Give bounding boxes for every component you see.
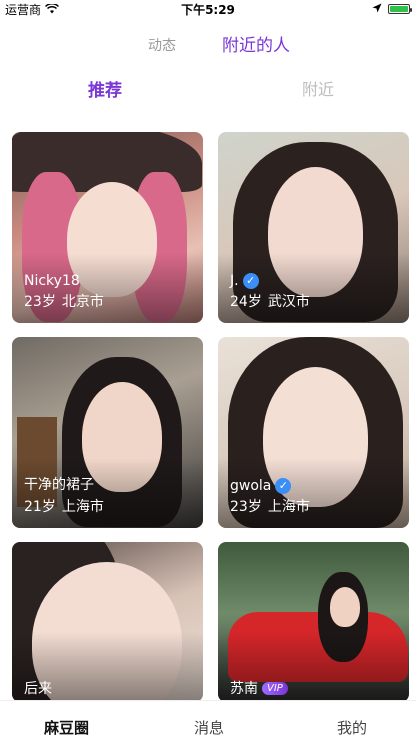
- user-card[interactable]: 苏南 VIP: [218, 542, 409, 702]
- user-meta: 23岁 上海市: [230, 496, 310, 516]
- user-name: J.: [230, 273, 239, 289]
- user-name-row: J. ✓: [230, 273, 259, 289]
- user-city: 上海市: [61, 499, 104, 515]
- location-arrow-icon: [372, 2, 382, 16]
- user-name: gwola: [230, 478, 272, 494]
- bottom-tab-me[interactable]: 我的: [337, 717, 367, 738]
- battery-fill: [390, 6, 408, 12]
- user-city: 武汉市: [267, 294, 310, 310]
- user-age: 23岁: [24, 294, 56, 310]
- user-age: 23岁: [230, 499, 262, 515]
- user-meta: 24岁 武汉市: [230, 291, 310, 311]
- user-name: Nicky18: [24, 273, 80, 289]
- user-card[interactable]: J. ✓ 24岁 武汉市: [218, 132, 409, 323]
- top-tabs: 动态 附近的人: [0, 26, 416, 62]
- subtab-nearby[interactable]: 附近: [302, 76, 334, 100]
- tab-nearby-people[interactable]: 附近的人: [222, 31, 290, 56]
- bottom-tab-madou-circle[interactable]: 麻豆圈: [44, 717, 89, 738]
- tab-moments[interactable]: 动态: [148, 35, 176, 55]
- user-city: 北京市: [61, 294, 104, 310]
- user-name: 后来: [24, 681, 52, 697]
- verified-check-icon: ✓: [242, 273, 259, 289]
- user-name-row: Nicky18: [24, 273, 80, 289]
- user-age: 24岁: [230, 294, 262, 310]
- status-bar: 运营商 下午5:29: [0, 0, 416, 18]
- bottom-tab-bar: 麻豆圈 消息 我的: [0, 700, 416, 748]
- user-name: 干净的裙子: [24, 477, 94, 493]
- user-card[interactable]: 干净的裙子 21岁 上海市: [12, 337, 203, 528]
- user-city: 上海市: [267, 499, 310, 515]
- user-name-row: gwola ✓: [230, 478, 292, 494]
- user-card[interactable]: gwola ✓ 23岁 上海市: [218, 337, 409, 528]
- user-meta: 23岁 北京市: [24, 291, 104, 311]
- user-name: 苏南: [230, 681, 258, 697]
- subtab-recommend[interactable]: 推荐: [88, 76, 122, 101]
- vip-badge: VIP: [262, 681, 288, 695]
- status-right: [372, 2, 412, 16]
- user-name-row: 后来: [24, 678, 52, 698]
- bottom-tab-messages[interactable]: 消息: [194, 717, 224, 738]
- user-card[interactable]: Nicky18 23岁 北京市: [12, 132, 203, 323]
- status-time: 下午5:29: [181, 3, 235, 17]
- battery-icon: [388, 4, 412, 14]
- user-meta: 21岁 上海市: [24, 496, 104, 516]
- user-age: 21岁: [24, 499, 56, 515]
- user-name-row: 苏南 VIP: [230, 678, 288, 698]
- user-name-row: 干净的裙子: [24, 474, 94, 494]
- verified-check-icon: ✓: [275, 478, 292, 494]
- user-card[interactable]: 后来: [12, 542, 203, 702]
